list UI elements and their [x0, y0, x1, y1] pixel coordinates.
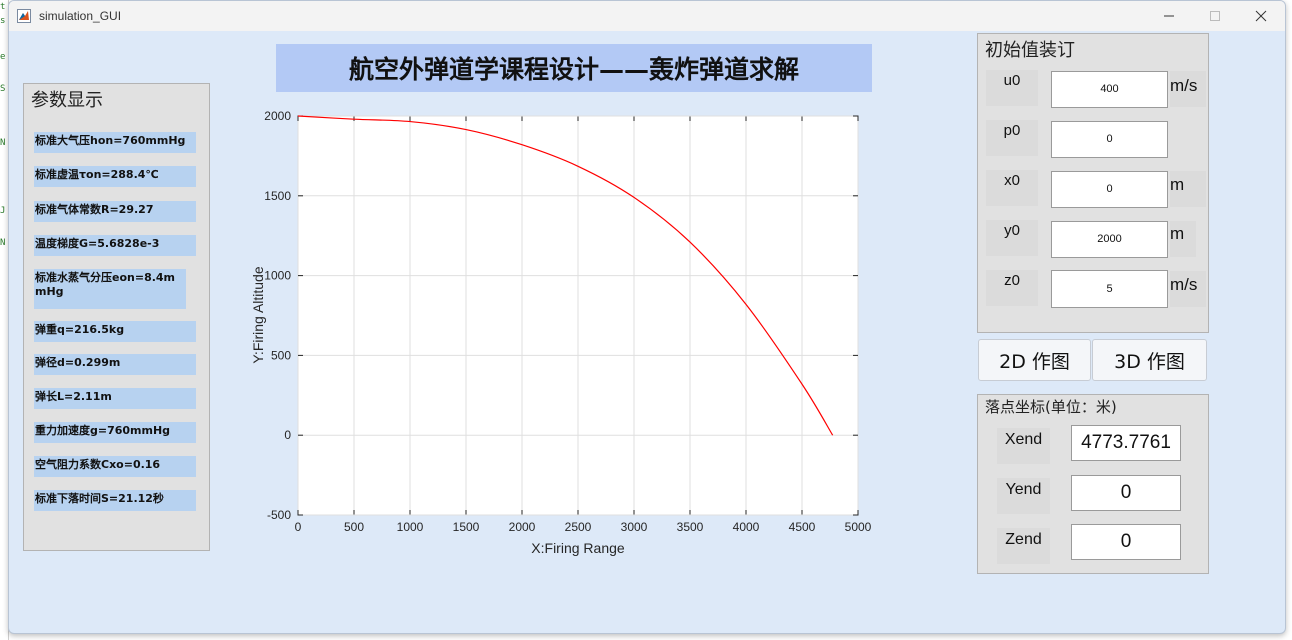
x0-field[interactable]: 0: [1051, 171, 1168, 208]
minimize-button[interactable]: [1146, 1, 1192, 31]
window-title: simulation_GUI: [39, 9, 122, 23]
maximize-button[interactable]: [1192, 1, 1238, 31]
y-tick-label: 0: [284, 428, 291, 442]
minimize-icon: [1164, 15, 1174, 17]
strip-char: N: [0, 138, 6, 148]
x-tick-label: 3000: [621, 520, 648, 534]
matlab-icon: [17, 9, 31, 23]
plot-2d-button[interactable]: 2D 作图: [978, 339, 1091, 381]
xend-label: Xend: [997, 428, 1050, 464]
page-title: 航空外弹道学课程设计——轰炸弹道求解: [276, 44, 872, 92]
yend-label: Yend: [997, 478, 1050, 514]
param-label: 弹长L=2.11m: [34, 388, 196, 409]
strip-char: J: [0, 206, 6, 216]
close-button[interactable]: [1238, 1, 1284, 31]
init-panel-title: 初始值装订: [982, 36, 1078, 62]
zend-label: Zend: [997, 528, 1050, 564]
param-label: 温度梯度G=5.6828e-3: [34, 235, 196, 256]
x-tick-label: 1500: [453, 520, 480, 534]
param-label: 标准气体常数R=29.27: [34, 201, 196, 222]
param-label: 标准下落时间S=21.12秒: [34, 490, 196, 511]
x-tick-label: 3500: [677, 520, 704, 534]
y0-field[interactable]: 2000: [1051, 221, 1168, 258]
xend-field[interactable]: 4773.7761: [1071, 425, 1181, 461]
param-label: 弹径d=0.299m: [34, 354, 196, 375]
u0-label: u0: [986, 70, 1038, 106]
y-tick-label: -500: [267, 508, 291, 522]
title-bar: simulation_GUI: [9, 1, 1285, 31]
p0-label: p0: [986, 120, 1038, 156]
p0-field[interactable]: 0: [1051, 121, 1168, 158]
x-tick-label: 0: [295, 520, 302, 534]
x0-unit: m: [1170, 171, 1206, 207]
strip-char: t: [0, 2, 6, 12]
x-tick-label: 5000: [845, 520, 872, 534]
yend-field[interactable]: 0: [1071, 475, 1181, 511]
z0-field[interactable]: 5: [1051, 270, 1168, 308]
app-window: simulation_GUI 航空外弹道学课程设计——轰炸弹道求解 参数显示 标…: [8, 0, 1286, 634]
x-tick-label: 4000: [733, 520, 760, 534]
params-panel-title: 参数显示: [28, 86, 106, 112]
y0-unit: m: [1170, 221, 1196, 257]
u0-unit: m/s: [1170, 71, 1206, 107]
strip-char: N: [0, 238, 6, 248]
strip-char: s: [0, 16, 6, 26]
y-tick-label: 500: [271, 348, 291, 362]
param-label: 标准水蒸气分压eon=8.4mmHg: [34, 269, 186, 309]
param-label: 标准虚温τon=288.4℃: [34, 166, 196, 187]
params-panel: 参数显示 标准大气压hon=760mmHg 标准虚温τon=288.4℃ 标准气…: [23, 83, 210, 551]
z0-label: z0: [986, 270, 1038, 306]
y-tick-labels: -500 0 500 1000 1500 2000: [264, 109, 291, 522]
x-tick-labels: 0 500 1000 1500 2000 2500 3000 3500 4000 4500 5000: [295, 520, 872, 534]
z0-unit: m/s: [1170, 271, 1206, 307]
init-panel: 初始值装订 u0 400 m/s p0 0 x0 0 m y0 2000 m z…: [977, 33, 1209, 333]
x-tick-label: 1000: [397, 520, 424, 534]
y0-label: y0: [986, 220, 1038, 256]
trajectory-chart: 0 500 1000 1500 2000 2500 3000 3500 4000 4500 5000…: [250, 109, 872, 556]
x-tick-label: 500: [344, 520, 364, 534]
x-tick-label: 2500: [565, 520, 592, 534]
param-label: 重力加速度g=760mmHg: [34, 422, 196, 443]
x0-label: x0: [986, 170, 1038, 206]
plot-3d-button[interactable]: 3D 作图: [1092, 339, 1207, 381]
y-tick-label: 1000: [264, 269, 291, 283]
impact-panel-title: 落点坐标(单位：米): [982, 396, 1120, 417]
u0-field[interactable]: 400: [1051, 71, 1168, 108]
impact-panel: 落点坐标(单位：米) Xend 4773.7761 Yend 0 Zend 0: [977, 394, 1209, 574]
strip-char: S: [0, 84, 6, 94]
x-axis-label: X:Firing Range: [531, 540, 625, 556]
strip-char: e: [0, 52, 6, 62]
y-axis-label: Y:Firing Altitude: [250, 266, 266, 363]
close-icon: [1255, 10, 1267, 22]
zend-field[interactable]: 0: [1071, 524, 1181, 560]
x-tick-label: 2000: [509, 520, 536, 534]
param-label: 弹重q=216.5kg: [34, 321, 196, 342]
param-label: 空气阻力系数Cxo=0.16: [34, 456, 196, 477]
y-tick-label: 2000: [264, 109, 291, 123]
x-tick-label: 4500: [789, 520, 816, 534]
maximize-icon: [1210, 11, 1220, 21]
param-label: 标准大气压hon=760mmHg: [34, 132, 196, 153]
y-tick-label: 1500: [264, 189, 291, 203]
